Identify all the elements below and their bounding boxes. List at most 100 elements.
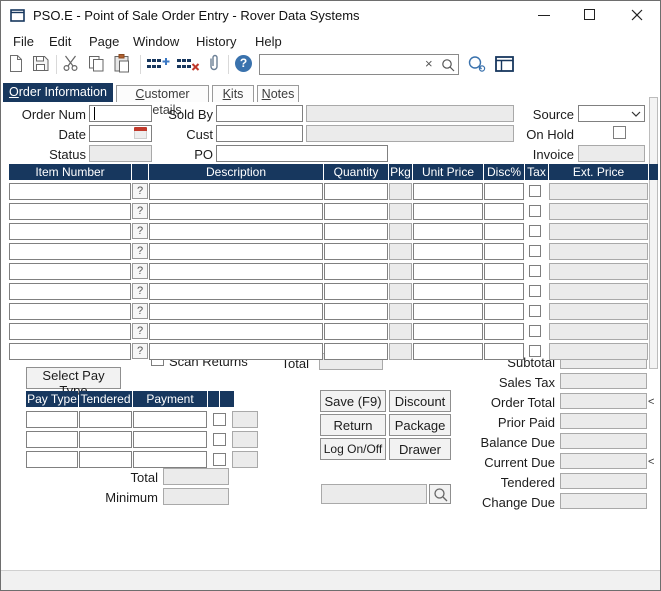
pay-flag-checkbox[interactable] [213, 453, 226, 466]
tax-checkbox[interactable] [529, 285, 541, 297]
item-number-input[interactable] [9, 203, 131, 220]
save-button[interactable]: Save (F9) [320, 390, 386, 412]
pay-flag-checkbox[interactable] [213, 413, 226, 426]
copy-icon[interactable] [88, 55, 105, 72]
attachment-icon[interactable] [207, 53, 221, 73]
description-input[interactable] [149, 263, 323, 280]
po-input[interactable] [216, 145, 388, 162]
new-document-icon[interactable] [8, 54, 24, 73]
tax-checkbox[interactable] [529, 345, 541, 357]
unit-price-input[interactable] [413, 203, 483, 220]
window-layout-icon[interactable] [495, 56, 514, 72]
item-lookup-button[interactable]: ? [132, 263, 148, 279]
menu-window[interactable]: Window [133, 34, 179, 49]
item-lookup-button[interactable]: ? [132, 323, 148, 339]
disc-input[interactable] [484, 183, 524, 200]
item-number-input[interactable] [9, 323, 131, 340]
item-lookup-button[interactable]: ? [132, 343, 148, 359]
return-button[interactable]: Return [320, 414, 386, 436]
menu-page[interactable]: Page [89, 34, 119, 49]
unit-price-input[interactable] [413, 263, 483, 280]
item-lookup-button[interactable]: ? [132, 203, 148, 219]
menu-file[interactable]: File [13, 34, 34, 49]
item-number-input[interactable] [9, 283, 131, 300]
quantity-input[interactable] [324, 303, 388, 320]
tax-checkbox[interactable] [529, 305, 541, 317]
disc-input[interactable] [484, 263, 524, 280]
menu-edit[interactable]: Edit [49, 34, 71, 49]
record-lookup-icon[interactable] [467, 55, 487, 73]
on-hold-checkbox[interactable] [613, 126, 626, 139]
tax-checkbox[interactable] [529, 245, 541, 257]
quantity-input[interactable] [324, 343, 388, 360]
save-icon[interactable] [32, 55, 49, 72]
item-number-input[interactable] [9, 223, 131, 240]
disc-input[interactable] [484, 323, 524, 340]
tax-checkbox[interactable] [529, 185, 541, 197]
pay-type-input[interactable] [26, 411, 78, 428]
disc-input[interactable] [484, 343, 524, 360]
tendered-input[interactable] [79, 451, 132, 468]
disc-input[interactable] [484, 283, 524, 300]
quantity-input[interactable] [324, 223, 388, 240]
item-lookup-button[interactable]: ? [132, 223, 148, 239]
tab-customer-details[interactable]: Customer Details [116, 85, 209, 102]
pay-type-input[interactable] [26, 431, 78, 448]
item-number-input[interactable] [9, 263, 131, 280]
description-input[interactable] [149, 183, 323, 200]
clear-search-icon[interactable]: × [425, 56, 433, 71]
delete-row-icon[interactable] [177, 57, 201, 72]
order-num-input[interactable] [89, 105, 152, 122]
item-number-input[interactable] [9, 243, 131, 260]
select-pay-type-button[interactable]: Select Pay Type [26, 367, 121, 389]
item-lookup-button[interactable]: ? [132, 303, 148, 319]
disc-input[interactable] [484, 223, 524, 240]
tab-order-information[interactable]: Order Information [3, 83, 113, 102]
disc-input[interactable] [484, 303, 524, 320]
quantity-input[interactable] [324, 323, 388, 340]
payment-input[interactable] [133, 451, 207, 468]
payment-input[interactable] [133, 431, 207, 448]
menu-help[interactable]: Help [255, 34, 282, 49]
quantity-input[interactable] [324, 263, 388, 280]
unit-price-input[interactable] [413, 343, 483, 360]
disc-input[interactable] [484, 243, 524, 260]
pay-action-button[interactable] [232, 411, 258, 428]
item-lookup-button[interactable]: ? [132, 183, 148, 199]
calendar-icon[interactable] [134, 127, 147, 139]
quantity-input[interactable] [324, 283, 388, 300]
tax-checkbox[interactable] [529, 325, 541, 337]
log-on-off-button[interactable]: Log On/Off [320, 438, 386, 460]
disc-input[interactable] [484, 203, 524, 220]
source-select[interactable] [578, 105, 645, 122]
quantity-input[interactable] [324, 243, 388, 260]
help-icon[interactable]: ? [235, 55, 252, 72]
insert-row-icon[interactable] [147, 57, 171, 72]
tax-checkbox[interactable] [529, 265, 541, 277]
quantity-input[interactable] [324, 203, 388, 220]
paste-icon[interactable] [113, 53, 131, 73]
unit-price-input[interactable] [413, 323, 483, 340]
description-input[interactable] [149, 303, 323, 320]
payment-input[interactable] [133, 411, 207, 428]
unit-price-input[interactable] [413, 243, 483, 260]
description-input[interactable] [149, 243, 323, 260]
tendered-input[interactable] [79, 431, 132, 448]
quantity-input[interactable] [324, 183, 388, 200]
description-input[interactable] [149, 343, 323, 360]
menu-history[interactable]: History [196, 34, 236, 49]
sold-by-input[interactable] [216, 105, 303, 122]
item-number-input[interactable] [9, 343, 131, 360]
cut-icon[interactable] [62, 55, 80, 72]
tab-kits[interactable]: Kits [212, 85, 254, 102]
item-lookup-button[interactable]: ? [132, 283, 148, 299]
tax-checkbox[interactable] [529, 205, 541, 217]
pay-flag-checkbox[interactable] [213, 433, 226, 446]
tax-checkbox[interactable] [529, 225, 541, 237]
description-input[interactable] [149, 203, 323, 220]
unit-price-input[interactable] [413, 283, 483, 300]
unit-price-input[interactable] [413, 303, 483, 320]
item-number-input[interactable] [9, 183, 131, 200]
search-icon[interactable] [441, 58, 456, 72]
description-input[interactable] [149, 283, 323, 300]
